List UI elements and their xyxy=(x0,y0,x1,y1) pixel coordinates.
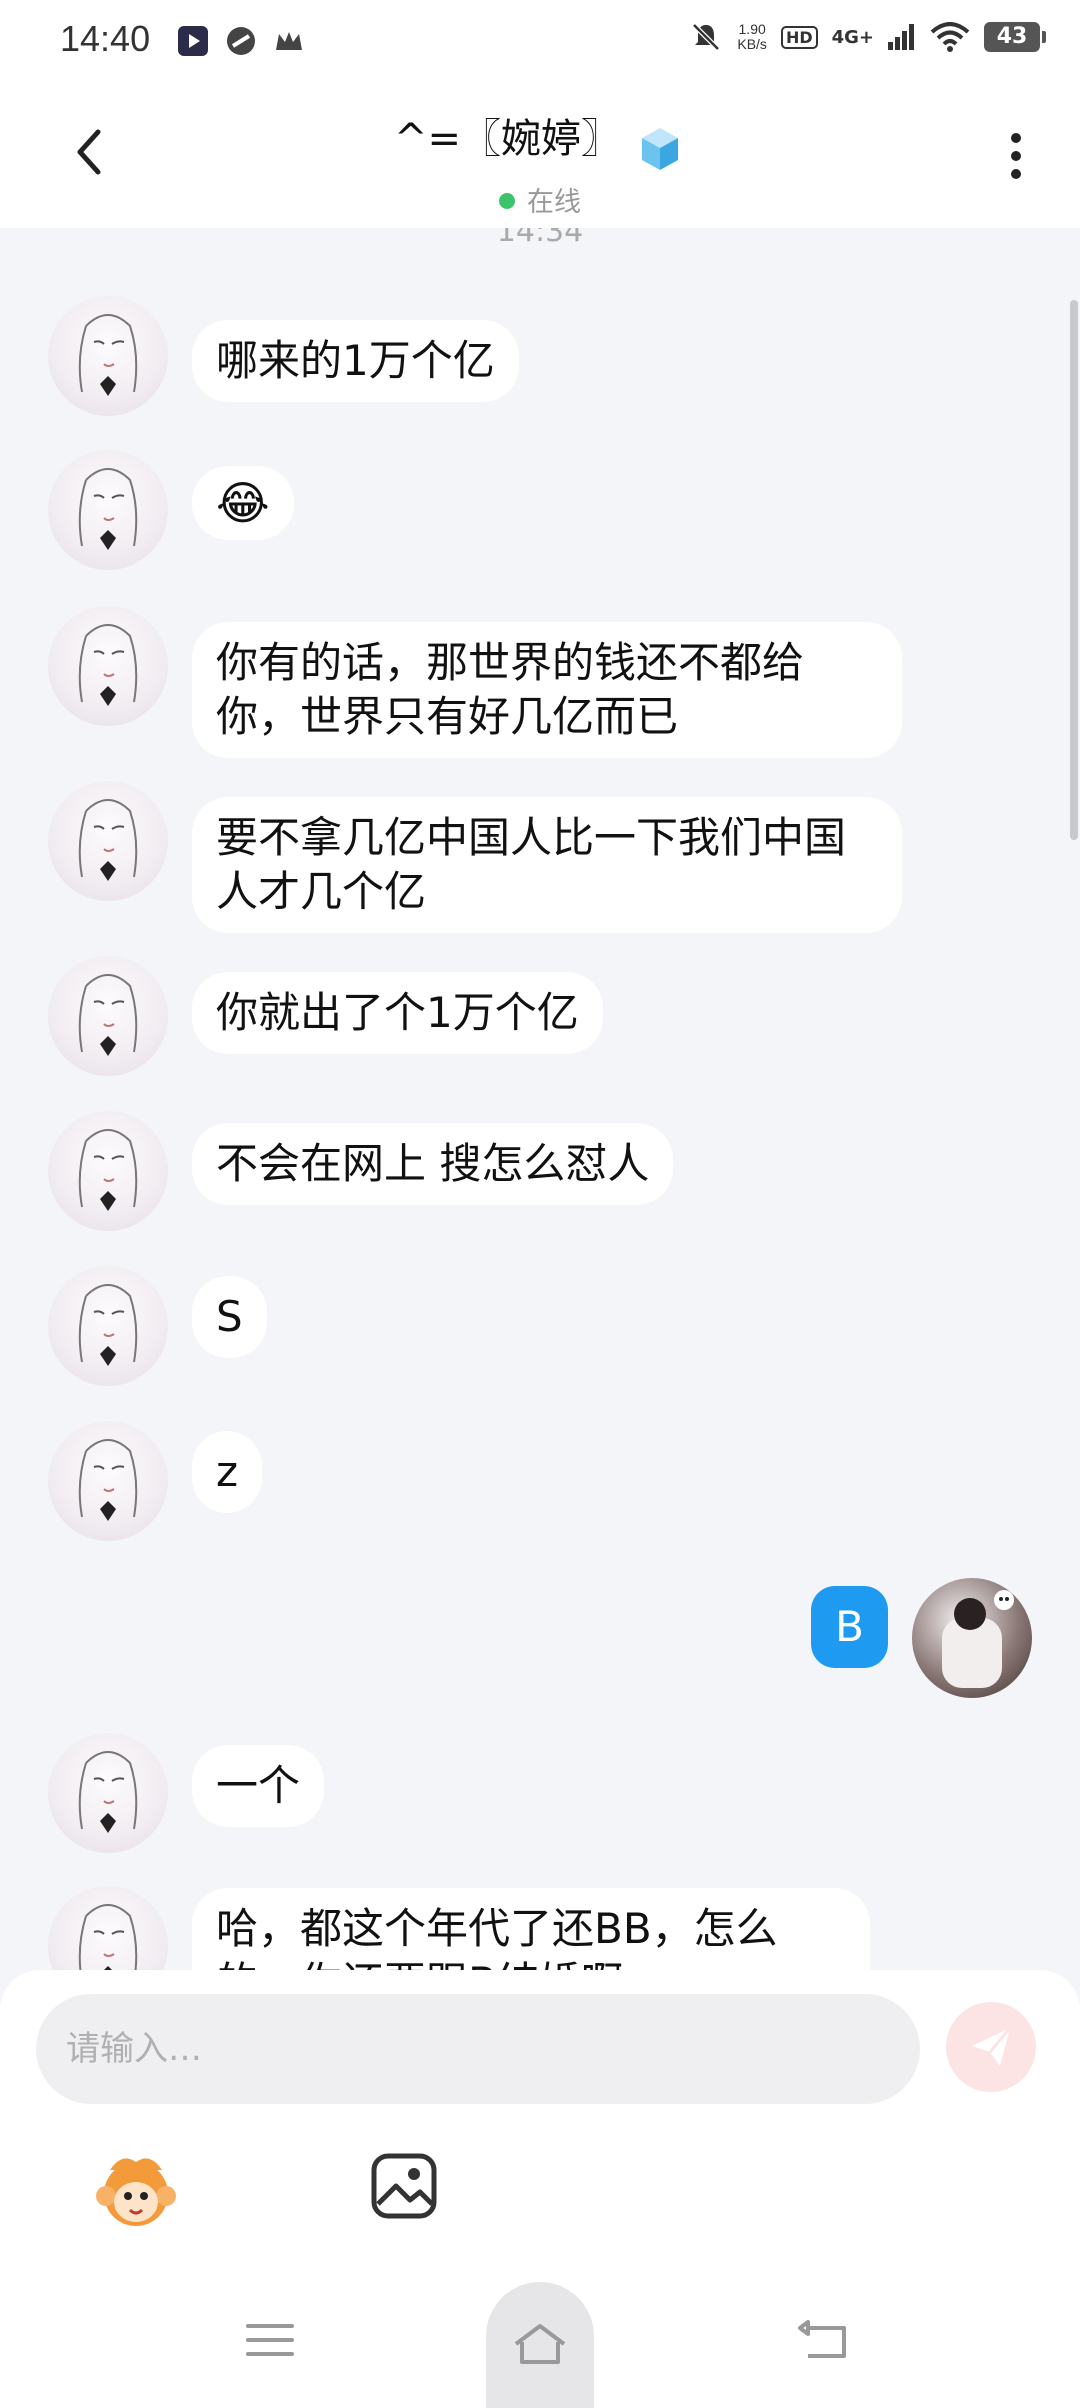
message-bubble[interactable]: z xyxy=(192,1431,263,1513)
message-bubble[interactable]: 要不拿几亿中国人比一下我们中国人才几个亿 xyxy=(192,797,902,933)
network-speed: 1.90 KB/s xyxy=(737,21,767,52)
status-indicators: 1.90 KB/s HD 4G+ 43 xyxy=(689,20,1046,54)
send-button[interactable] xyxy=(946,2002,1036,2092)
avatar[interactable] xyxy=(48,956,168,1076)
status-time: 14:40 xyxy=(60,18,151,59)
wifi-icon xyxy=(930,22,970,52)
message-bubble[interactable]: 不会在网上 搜怎么怼人 xyxy=(192,1123,674,1205)
home-button[interactable] xyxy=(486,2282,594,2408)
status-bar: 14:40 1.90 KB/s HD 4G+ 43 xyxy=(0,0,1080,86)
online-dot xyxy=(499,193,515,209)
avatar[interactable] xyxy=(48,450,168,570)
mute-bell-icon xyxy=(692,23,721,51)
self-avatar[interactable] xyxy=(912,1578,1032,1698)
avatar[interactable] xyxy=(48,296,168,416)
chat-header: ^=〖婉婷〗 在线 xyxy=(0,86,1080,228)
message-input-container[interactable] xyxy=(36,1994,920,2104)
avatar[interactable] xyxy=(48,781,168,901)
message-bubble[interactable]: 哪来的1万个亿 xyxy=(192,320,519,402)
hd-badge: HD xyxy=(780,25,818,49)
battery-indicator: 43 xyxy=(984,22,1046,52)
avatar[interactable] xyxy=(48,1886,168,1970)
send-icon xyxy=(972,2027,1012,2066)
video-app-icon xyxy=(178,26,208,56)
avatar[interactable] xyxy=(48,1733,168,1853)
avatar[interactable] xyxy=(48,1421,168,1541)
avatar[interactable] xyxy=(48,606,168,726)
avatar[interactable] xyxy=(48,1266,168,1386)
message-bubble[interactable]: 你有的话，那世界的钱还不都给你，世界只有好几亿而已 xyxy=(192,622,902,758)
link-app-icon xyxy=(227,27,255,55)
message-bubble-self[interactable]: B xyxy=(811,1586,888,1668)
image-icon[interactable] xyxy=(368,2150,440,2222)
home-icon xyxy=(514,2324,566,2364)
ice-cube-icon xyxy=(642,127,679,170)
chat-title-block: ^=〖婉婷〗 在线 xyxy=(0,106,1080,219)
message-bubble[interactable]: 你就出了个1万个亿 xyxy=(192,972,603,1054)
avatar[interactable] xyxy=(48,1111,168,1231)
crown-app-icon xyxy=(276,32,302,50)
network-type: 4G+ xyxy=(831,26,874,48)
more-vertical-icon[interactable] xyxy=(996,126,1036,186)
presence-status: 在线 xyxy=(0,180,1080,219)
chat-title: ^=〖婉婷〗 xyxy=(393,116,621,162)
message-input[interactable] xyxy=(36,1994,916,2104)
notification-icons xyxy=(176,24,306,58)
message-bubble[interactable]: 哈，都这个年代了还BB，怎么的，你还要跟B结婚啊 xyxy=(192,1888,870,1970)
menu-icon[interactable] xyxy=(244,2320,296,2360)
back-icon[interactable] xyxy=(796,2316,852,2364)
message-bubble[interactable]: 😂 xyxy=(192,466,294,540)
message-timestamp: 14:34 xyxy=(496,228,584,249)
message-bubble[interactable]: 一个 xyxy=(192,1745,325,1827)
mascot-sticker-icon[interactable] xyxy=(92,2146,180,2234)
system-nav-bar xyxy=(0,2260,1080,2408)
message-list[interactable]: 14:34 哪来的1万个亿 😂 你有的话，那世界的钱还不都给你，世界只有好几亿而… xyxy=(0,228,1080,1970)
message-bubble[interactable]: S xyxy=(192,1276,267,1358)
signal-icon xyxy=(888,24,914,50)
scrollbar[interactable] xyxy=(1070,300,1078,840)
